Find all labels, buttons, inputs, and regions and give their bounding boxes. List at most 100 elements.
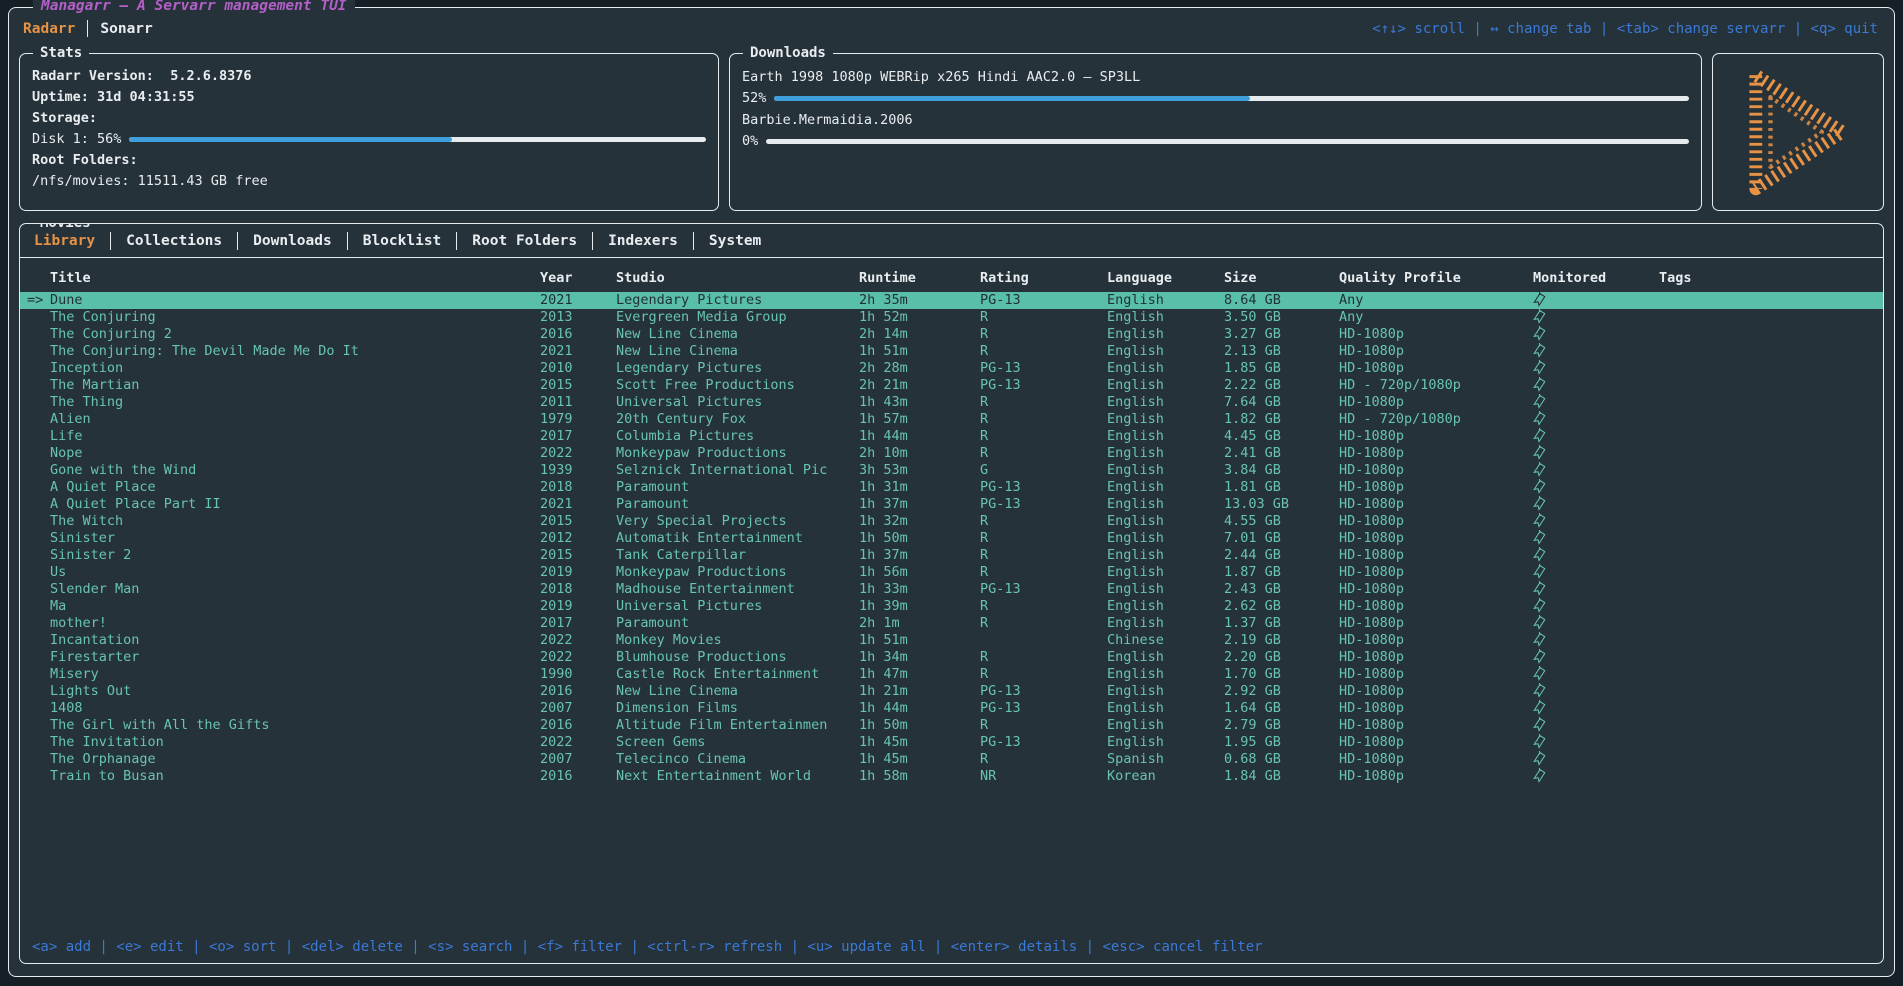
movie-size: 2.62 GB (1224, 598, 1339, 615)
movie-year: 1939 (540, 462, 616, 479)
movies-tab-system[interactable]: System (694, 233, 776, 249)
table-row[interactable]: A Quiet Place Part II2021Paramount1h 37m… (20, 496, 1883, 513)
movie-studio: New Line Cinema (616, 683, 859, 700)
table-row[interactable]: Incantation2022Monkey Movies1h 51mChines… (20, 632, 1883, 649)
movie-language: Spanish (1107, 751, 1224, 768)
movie-monitored (1533, 343, 1659, 360)
table-row[interactable]: 14082007Dimension Films1h 44mPG-13Englis… (20, 700, 1883, 717)
column-header-year: Year (540, 268, 616, 292)
table-row[interactable]: Gone with the Wind1939Selznick Internati… (20, 462, 1883, 479)
movie-language: English (1107, 343, 1224, 360)
bookmark-icon (1533, 717, 1546, 732)
movie-monitored (1533, 547, 1659, 564)
tab-sonarr[interactable]: Sonarr (100, 21, 152, 37)
table-row[interactable]: =>Dune2021Legendary Pictures2h 35mPG-13E… (20, 292, 1883, 309)
movie-title: Firestarter (20, 649, 540, 666)
movie-rating: R (980, 649, 1107, 666)
movie-tags (1659, 326, 1883, 343)
global-keybinds-hint: <↑↓> scroll | ↔ change tab | <tab> chang… (1372, 21, 1878, 37)
movie-rating: PG-13 (980, 479, 1107, 496)
movies-tab-collections[interactable]: Collections (111, 233, 237, 249)
movie-year: 2018 (540, 581, 616, 598)
movie-tags (1659, 768, 1883, 785)
table-row[interactable]: The Conjuring: The Devil Made Me Do It20… (20, 343, 1883, 360)
downloads-list: Earth 1998 1080p WEBRip x265 Hindi AAC2.… (742, 66, 1689, 152)
movie-tags (1659, 581, 1883, 598)
table-row[interactable]: A Quiet Place2018Paramount1h 31mPG-13Eng… (20, 479, 1883, 496)
table-row[interactable]: Misery1990Castle Rock Entertainment1h 47… (20, 666, 1883, 683)
movie-title: Misery (20, 666, 540, 683)
table-row[interactable]: Ma2019Universal Pictures1h 39mREnglish2.… (20, 598, 1883, 615)
movie-monitored (1533, 360, 1659, 377)
table-row[interactable]: Lights Out2016New Line Cinema1h 21mPG-13… (20, 683, 1883, 700)
movie-tags (1659, 445, 1883, 462)
movie-rating: R (980, 717, 1107, 734)
movie-tags (1659, 598, 1883, 615)
movie-tags (1659, 462, 1883, 479)
movies-tab-blocklist[interactable]: Blocklist (348, 233, 457, 249)
table-row[interactable]: Train to Busan2016Next Entertainment Wor… (20, 768, 1883, 785)
movies-tab-downloads[interactable]: Downloads (238, 233, 347, 249)
bookmark-icon (1533, 343, 1546, 358)
root-folder-entry: /nfs/movies: 11511.43 GB free (32, 171, 706, 192)
movies-panel-title: Movies (33, 223, 98, 231)
table-row[interactable]: mother!2017Paramount2h 1mREnglish1.37 GB… (20, 615, 1883, 632)
table-row[interactable]: Sinister 22015Tank Caterpillar1h 37mREng… (20, 547, 1883, 564)
movie-quality-profile: HD-1080p (1339, 734, 1533, 751)
table-row[interactable]: The Orphanage2007Telecinco Cinema1h 45mR… (20, 751, 1883, 768)
movie-title: A Quiet Place (20, 479, 540, 496)
table-row[interactable]: Nope2022Monkeypaw Productions2h 10mREngl… (20, 445, 1883, 462)
table-row[interactable]: Life2017Columbia Pictures1h 44mREnglish4… (20, 428, 1883, 445)
movies-tab-root-folders[interactable]: Root Folders (457, 233, 592, 249)
movie-quality-profile: HD - 720p/1080p (1339, 377, 1533, 394)
table-row[interactable]: The Martian2015Scott Free Productions2h … (20, 377, 1883, 394)
movie-language: English (1107, 547, 1224, 564)
movie-year: 2007 (540, 751, 616, 768)
table-row[interactable]: The Thing2011Universal Pictures1h 43mREn… (20, 394, 1883, 411)
servarr-tabs: Radarr Sonarr (23, 20, 153, 37)
movie-language: English (1107, 513, 1224, 530)
movies-tab-indexers[interactable]: Indexers (593, 233, 693, 249)
table-row[interactable]: Sinister2012Automatik Entertainment1h 50… (20, 530, 1883, 547)
movie-year: 2015 (540, 513, 616, 530)
movie-title: =>Dune (20, 292, 540, 309)
table-row[interactable]: Slender Man2018Madhouse Entertainment1h … (20, 581, 1883, 598)
movie-quality-profile: HD-1080p (1339, 615, 1533, 632)
movie-runtime: 2h 1m (859, 615, 980, 632)
movie-studio: Altitude Film Entertainmen (616, 717, 859, 734)
movie-year: 2015 (540, 547, 616, 564)
movie-rating: G (980, 462, 1107, 479)
bookmark-icon (1533, 326, 1546, 341)
movie-size: 1.85 GB (1224, 360, 1339, 377)
tab-radarr[interactable]: Radarr (23, 21, 75, 37)
movie-rating: R (980, 513, 1107, 530)
movie-monitored (1533, 598, 1659, 615)
table-row[interactable]: The Conjuring 22016New Line Cinema2h 14m… (20, 326, 1883, 343)
movie-title: Slender Man (20, 581, 540, 598)
movie-monitored (1533, 717, 1659, 734)
table-row[interactable]: Inception2010Legendary Pictures2h 28mPG-… (20, 360, 1883, 377)
movie-quality-profile: Any (1339, 292, 1533, 309)
table-row[interactable]: Firestarter2022Blumhouse Productions1h 3… (20, 649, 1883, 666)
table-row[interactable]: The Witch2015Very Special Projects1h 32m… (20, 513, 1883, 530)
movie-runtime: 1h 21m (859, 683, 980, 700)
table-row[interactable]: Us2019Monkeypaw Productions1h 56mREnglis… (20, 564, 1883, 581)
movie-rating: PG-13 (980, 496, 1107, 513)
movie-language: English (1107, 445, 1224, 462)
movies-tab-library[interactable]: Library (32, 233, 110, 249)
movie-runtime: 3h 53m (859, 462, 980, 479)
table-row[interactable]: The Girl with All the Gifts2016Altitude … (20, 717, 1883, 734)
movie-runtime: 1h 56m (859, 564, 980, 581)
movie-year: 2019 (540, 564, 616, 581)
movie-quality-profile: HD-1080p (1339, 428, 1533, 445)
movie-year: 2022 (540, 632, 616, 649)
movie-language: Korean (1107, 768, 1224, 785)
table-row[interactable]: The Conjuring2013Evergreen Media Group1h… (20, 309, 1883, 326)
table-row[interactable]: The Invitation2022Screen Gems1h 45mPG-13… (20, 734, 1883, 751)
bookmark-icon (1533, 428, 1546, 443)
movie-language: English (1107, 411, 1224, 428)
movie-title: The Invitation (20, 734, 540, 751)
movie-language: English (1107, 326, 1224, 343)
table-row[interactable]: Alien197920th Century Fox1h 57mREnglish1… (20, 411, 1883, 428)
movie-tags (1659, 734, 1883, 751)
